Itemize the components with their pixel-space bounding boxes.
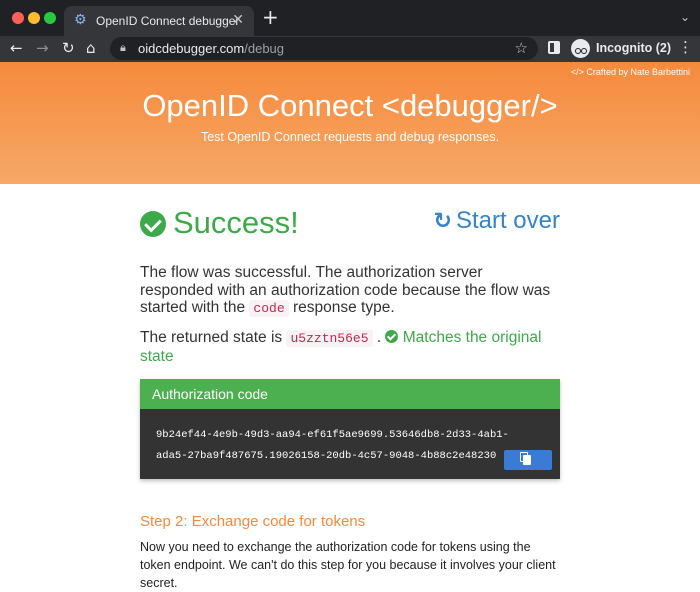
authorization-code-title: Authorization code [152,386,268,402]
authorization-code-panel: Authorization code 9b24ef44-4e9b-49d3-aa… [140,379,560,479]
close-window-button[interactable] [12,12,24,24]
start-over-label: Start over [455,207,560,234]
copy-button[interactable] [504,450,552,470]
step2-body: Now you need to exchange the authorizati… [140,540,556,590]
state-description: The returned state is u5zztn56e5 . Match… [140,329,560,365]
tab-title: OpenID Connect debugger [96,14,240,28]
state-prefix: The returned state is [140,329,283,346]
success-row: Success! ↻ Start over [140,205,560,245]
forward-icon[interactable]: → [36,38,49,58]
refresh-icon: ↻ [433,209,452,234]
plus-icon[interactable]: + [262,7,279,27]
url-host: oidcdebugger.com [138,41,245,56]
minimize-window-button[interactable] [28,12,40,24]
check-circle-icon [140,211,166,237]
code-line-1: 9b24ef44-4e9b-49d3-aa94-ef61f5ae9699.536… [156,429,509,441]
menu-icon[interactable]: ⋮ [678,38,693,56]
address-bar[interactable]: 🔒︎ oidcdebugger.com/debug ☆ [110,37,538,60]
start-over-link[interactable]: ↻ Start over [434,207,560,235]
back-icon[interactable]: ← [10,38,23,58]
copy-icon [520,452,531,465]
home-icon[interactable]: ⌂ [86,38,96,58]
reload-icon[interactable]: ↻ [62,38,75,58]
chevron-down-icon[interactable]: ⌄ [680,10,690,24]
incognito-icon[interactable] [571,39,590,58]
star-icon[interactable]: ☆ [515,39,528,57]
hero-banner: </> Crafted by Nate Barbettini OpenID Co… [0,62,700,184]
flow-description: The flow was successful. The authorizati… [140,264,560,318]
browser-toolbar: ← → ↻ ⌂ 🔒︎ oidcdebugger.com/debug ☆ Inco… [0,36,700,62]
gear-icon: ⚙ [74,12,87,28]
url-text[interactable]: oidcdebugger.com/debug [138,41,284,56]
check-circle-icon [385,330,399,343]
authorization-code-value[interactable]: 9b24ef44-4e9b-49d3-aa94-ef61f5ae9699.536… [156,425,536,467]
close-icon[interactable]: ✕ [232,12,244,28]
authorization-code-header: Authorization code [140,379,560,409]
state-separator: . [376,329,382,346]
browser-tab-bar: ⚙ OpenID Connect debugger ✕ + ⌄ [0,0,700,36]
url-path: /debug [244,41,285,56]
browser-tab[interactable]: ⚙ OpenID Connect debugger ✕ [64,6,254,36]
side-panel-icon[interactable] [548,41,560,54]
code-line-2: ada5-27ba9f487675.19026158-20db-4c57-904… [156,450,497,462]
incognito-label[interactable]: Incognito (2) [596,41,671,55]
page-title: OpenID Connect <debugger/> [142,88,558,123]
crafted-by-link[interactable]: </> Crafted by Nate Barbettini [571,67,690,77]
zoom-window-button[interactable] [44,12,56,24]
step2-heading: Step 2: Exchange code for tokens [140,513,366,530]
lock-icon[interactable]: 🔒︎ [120,41,126,55]
state-value: u5zztn56e5 [286,330,373,347]
flow-text-after: response type. [292,299,395,316]
success-heading: Success! [173,205,299,240]
page-subtitle: Test OpenID Connect requests and debug r… [200,130,500,144]
response-type-code: code [249,300,289,317]
